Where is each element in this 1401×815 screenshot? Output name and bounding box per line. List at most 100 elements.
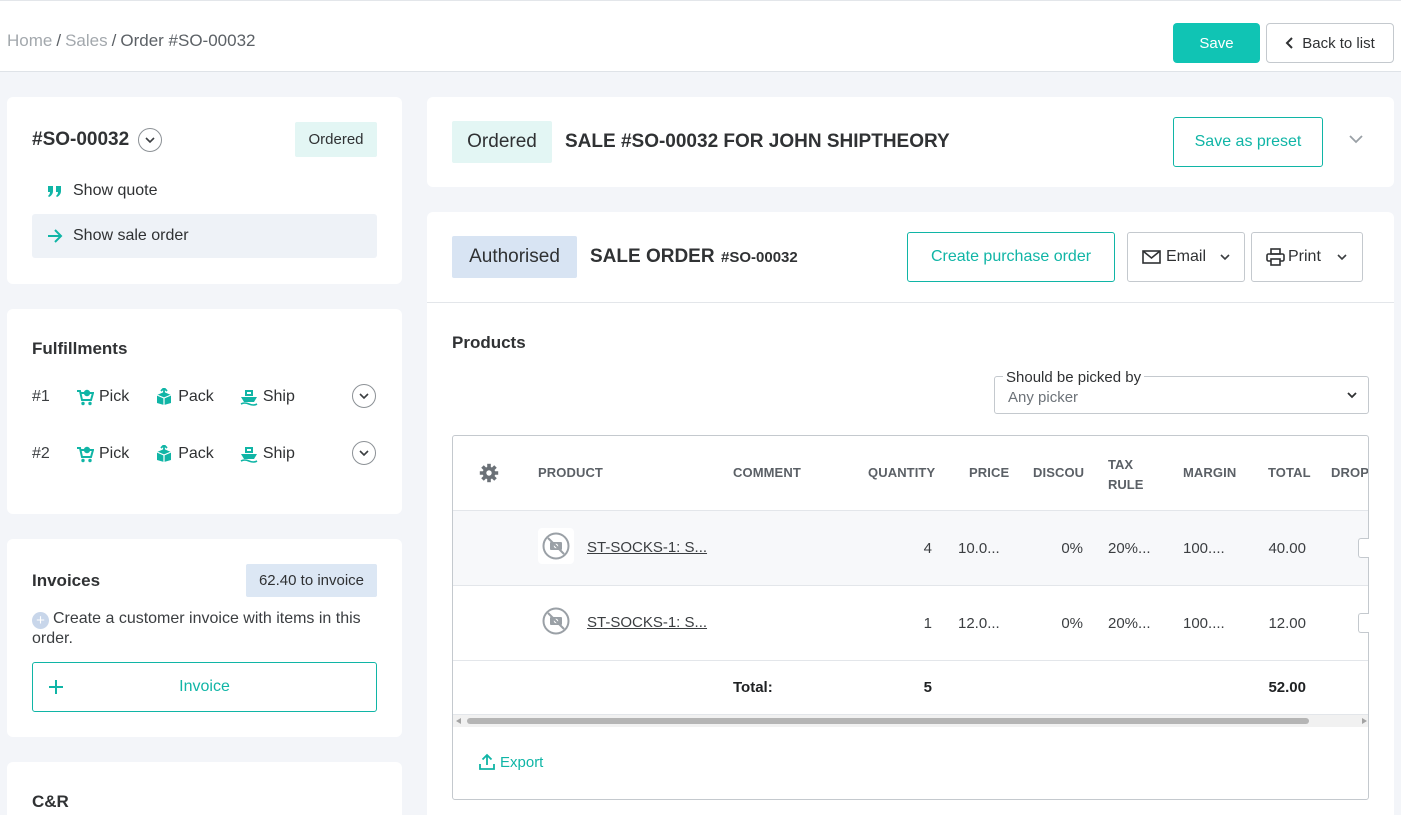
col-header-product[interactable]: PRODUCT	[538, 465, 603, 480]
quote-icon	[48, 185, 61, 197]
pick-icon	[77, 446, 94, 463]
show-sale-order-label: Show sale order	[73, 227, 189, 244]
col-header-tax-rule[interactable]: TAX RULE	[1108, 455, 1143, 495]
fulfillment-row: #1 Pick Pack Ship	[32, 382, 377, 412]
col-header-tax-rule-line2: RULE	[1108, 477, 1144, 492]
plus-circle-icon: +	[32, 612, 49, 629]
fulfillment-number: #2	[32, 445, 50, 462]
scroll-right-arrow[interactable]	[1362, 718, 1367, 724]
cr-title: C&R	[32, 792, 69, 811]
envelope-icon	[1142, 250, 1161, 264]
pack-label: Pack	[178, 388, 214, 405]
cell-quantity[interactable]: 1	[880, 615, 932, 632]
breadcrumb-sales[interactable]: Sales	[65, 31, 108, 50]
ship-icon	[240, 447, 258, 463]
chevron-down-icon	[1349, 134, 1363, 143]
export-button[interactable]: Export	[478, 753, 543, 771]
back-to-list-button[interactable]: Back to list	[1266, 23, 1394, 63]
pick-action[interactable]: Pick	[76, 445, 129, 463]
breadcrumb-separator: /	[56, 31, 62, 50]
scroll-left-arrow[interactable]	[456, 718, 461, 724]
col-header-comment[interactable]: COMMENT	[733, 465, 801, 480]
pack-icon	[156, 445, 172, 462]
invoice-button-label: Invoice	[179, 678, 230, 695]
ship-action[interactable]: Ship	[240, 388, 295, 406]
arrow-right-icon	[48, 229, 63, 243]
horizontal-scrollbar[interactable]	[453, 715, 1368, 727]
product-image-placeholder	[538, 528, 574, 564]
show-quote-label: Show quote	[73, 182, 158, 199]
sale-order-status-badge: Authorised	[452, 236, 577, 278]
col-header-quantity[interactable]: QUANTITY	[868, 465, 935, 480]
fulfillment-expand-toggle[interactable]	[352, 384, 376, 408]
product-link[interactable]: ST-SOCKS-1: S...	[587, 539, 707, 556]
pack-action[interactable]: Pack	[155, 388, 214, 406]
pack-icon	[156, 388, 172, 405]
fulfillment-number: #1	[32, 388, 50, 405]
invoices-title: Invoices	[32, 571, 101, 590]
plus-icon	[49, 680, 63, 694]
products-title: Products	[452, 333, 526, 352]
cell-quantity[interactable]: 4	[880, 540, 932, 557]
breadcrumb-home[interactable]: Home	[7, 31, 52, 50]
email-button[interactable]: Email	[1127, 232, 1245, 282]
cell-margin: 100....	[1183, 540, 1225, 557]
drop-ship-checkbox[interactable]	[1358, 613, 1369, 633]
cell-discount[interactable]: 0%	[1035, 540, 1083, 557]
scrollbar-thumb[interactable]	[467, 718, 1309, 724]
print-button[interactable]: Print	[1251, 232, 1363, 282]
show-sale-order-link[interactable]: Show sale order	[32, 214, 377, 258]
no-image-icon	[542, 532, 570, 560]
col-header-price[interactable]: PRICE	[969, 465, 1009, 480]
chevron-down-icon	[145, 136, 155, 143]
upload-icon	[479, 753, 495, 770]
save-button[interactable]: Save	[1173, 23, 1260, 63]
picker-select-label: Should be picked by	[1003, 369, 1145, 386]
cell-price[interactable]: 10.0...	[958, 540, 1000, 557]
chevron-down-icon	[1220, 253, 1230, 260]
product-image-placeholder	[538, 603, 574, 639]
drop-ship-checkbox[interactable]	[1358, 538, 1369, 558]
chevron-down-icon	[1337, 253, 1347, 260]
sale-order-title: SALE ORDER	[590, 246, 715, 267]
sale-status-badge: Ordered	[452, 121, 552, 163]
ship-icon	[240, 390, 258, 406]
product-link[interactable]: ST-SOCKS-1: S...	[587, 614, 707, 631]
fulfillments-title: Fulfillments	[32, 339, 128, 358]
settings-gear-icon[interactable]	[479, 463, 499, 483]
picker-select[interactable]: Should be picked by Any picker	[994, 369, 1369, 414]
cell-price[interactable]: 12.0...	[958, 615, 1000, 632]
invoice-hint: + Create a customer invoice with items in…	[32, 609, 377, 649]
totals-quantity: 5	[923, 679, 932, 696]
no-image-icon	[542, 607, 570, 635]
invoice-button[interactable]: Invoice	[32, 662, 377, 712]
breadcrumb-current: Order #SO-00032	[120, 31, 256, 50]
cell-tax[interactable]: 20%...	[1108, 540, 1151, 557]
fulfillment-expand-toggle[interactable]	[352, 441, 376, 465]
create-purchase-order-button[interactable]: Create purchase order	[907, 232, 1115, 282]
export-label: Export	[500, 753, 544, 771]
order-menu-toggle[interactable]	[138, 128, 162, 152]
ship-action[interactable]: Ship	[240, 445, 295, 463]
save-as-preset-button[interactable]: Save as preset	[1173, 117, 1323, 167]
sale-header-collapse-toggle[interactable]	[1346, 131, 1366, 147]
email-label: Email	[1166, 248, 1207, 265]
col-header-margin[interactable]: MARGIN	[1183, 465, 1236, 480]
col-header-tax-rule-line1: TAX	[1108, 457, 1134, 472]
pick-action[interactable]: Pick	[76, 388, 129, 406]
show-quote-link[interactable]: Show quote	[32, 169, 377, 213]
col-header-discount[interactable]: DISCOU	[1033, 465, 1084, 480]
invoice-amount-badge: 62.40 to invoice	[246, 564, 377, 597]
col-header-drop[interactable]: DROP	[1331, 465, 1368, 480]
cell-tax[interactable]: 20%...	[1108, 615, 1151, 632]
cell-discount[interactable]: 0%	[1035, 615, 1083, 632]
totals-amount: 52.00	[1268, 679, 1306, 696]
sale-order-number: #SO-00032	[721, 249, 798, 266]
divider	[427, 302, 1394, 303]
col-header-total[interactable]: TOTAL	[1268, 465, 1311, 480]
pick-label: Pick	[99, 388, 130, 405]
pack-action[interactable]: Pack	[155, 445, 214, 463]
breadcrumb: Home / Sales / Order #SO-00032	[7, 31, 256, 51]
cell-margin: 100....	[1183, 615, 1225, 632]
order-number: #SO-00032	[32, 129, 130, 150]
